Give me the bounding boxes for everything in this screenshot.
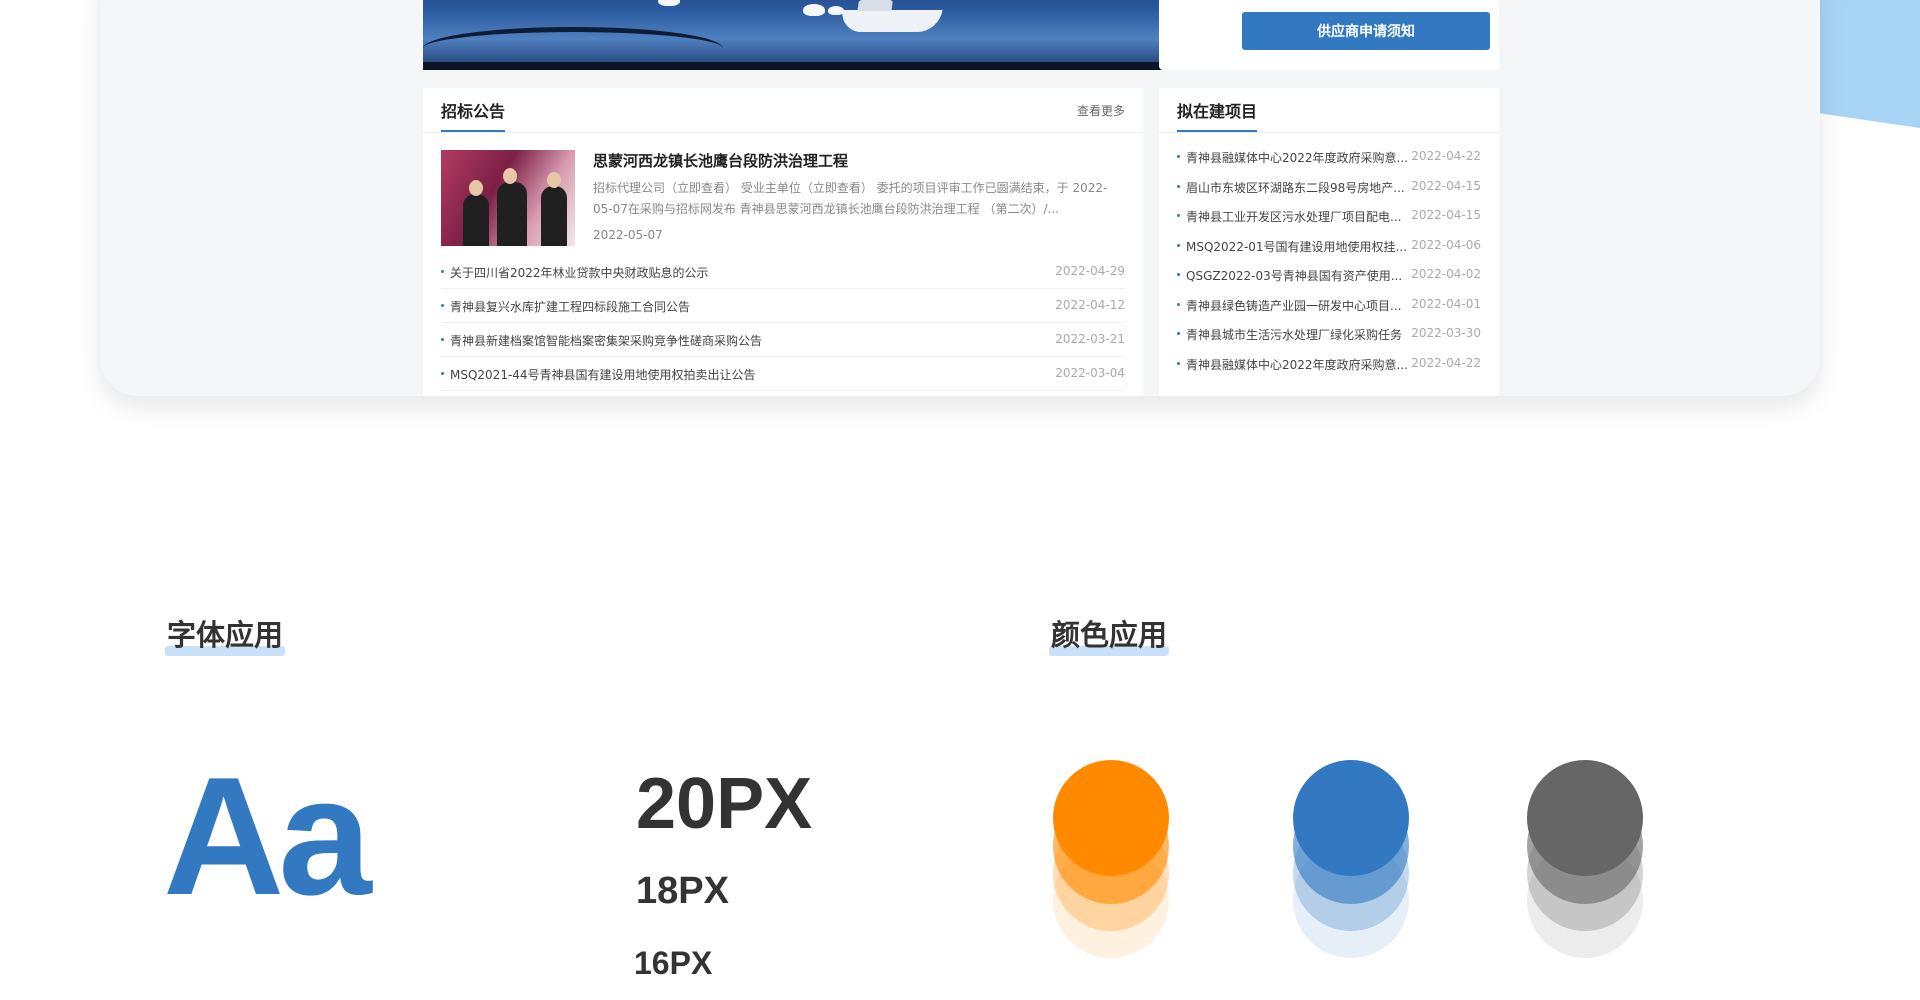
- list-item[interactable]: 青神县工业开发区污水处理厂项目配电... 2022-04-15: [1177, 203, 1481, 233]
- list-item-title[interactable]: 青神县融媒体中心2022年度政府采购意...: [1186, 149, 1412, 166]
- person-shape: [497, 168, 527, 246]
- bullet-dot-icon: [441, 270, 444, 273]
- swatch-dot: [1293, 760, 1409, 876]
- boat-shape: [839, 10, 943, 32]
- featured-news[interactable]: 思蒙河西龙镇长池鹰台段防洪治理工程 招标代理公司（立即查看） 受业主单位（立即查…: [441, 150, 1125, 246]
- font-sample-aa: Aa: [163, 742, 372, 930]
- planned-projects-panel: 拟在建项目 青神县融媒体中心2022年度政府采购意... 2022-04-22 …: [1159, 88, 1499, 396]
- list-item-date: 2022-04-15: [1411, 208, 1481, 222]
- list-item-date: 2022-04-12: [1055, 298, 1125, 312]
- list-item[interactable]: 青神县新建档案馆智能档案密集架采购竞争性磋商采购公告 2022-03-21: [441, 323, 1125, 357]
- list-item[interactable]: MSQ2022-01号国有建设用地使用权挂... 2022-04-06: [1177, 233, 1481, 263]
- font-size-18px: 18PX: [636, 870, 729, 912]
- color-usage-title-text: 颜色应用: [1051, 618, 1168, 652]
- featured-news-title[interactable]: 思蒙河西龙镇长池鹰台段防洪治理工程: [593, 150, 848, 171]
- decorative-blue-shape: [1815, 0, 1920, 128]
- list-item-title[interactable]: QSGZ2022-03号青神县国有资产使用...: [1186, 267, 1412, 284]
- swatch-dot: [1527, 760, 1643, 876]
- website-preview-card: 供应商申请须知 招标公告 查看更多 思蒙河西龙镇长池鹰台段防洪治理工程 招标代理…: [100, 0, 1820, 396]
- bullet-dot-icon: [1177, 214, 1180, 217]
- list-item[interactable]: 青神县融媒体中心2022年度政府采购意... 2022-04-22: [1177, 144, 1481, 174]
- list-item-date: 2022-04-22: [1411, 355, 1481, 370]
- list-item-title[interactable]: 青神县融媒体中心2022年度政府采购意...: [1186, 356, 1412, 373]
- list-item-date: 2022-04-01: [1411, 296, 1481, 311]
- tender-news-list: 关于四川省2022年林业贷款中央财政贴息的公示 2022-04-29 青神县复兴…: [441, 255, 1125, 391]
- list-item[interactable]: 青神县绿色铸造产业园一研发中心项目... 2022-04-01: [1177, 292, 1481, 322]
- list-item[interactable]: 青神县城市生活污水处理厂绿化采购任务 2022-03-30: [1177, 321, 1481, 351]
- list-item-date: 2022-04-02: [1411, 267, 1481, 281]
- gray-color-swatch: [1527, 760, 1643, 960]
- list-item-date: 2022-04-22: [1411, 149, 1481, 163]
- bullet-dot-icon: [1177, 155, 1180, 158]
- bullet-dot-icon: [441, 338, 444, 341]
- bullet-dot-icon: [1177, 243, 1180, 247]
- list-item-title[interactable]: 青神县新建档案馆智能档案密集架采购竞争性磋商采购公告: [450, 332, 762, 349]
- bullet-dot-icon: [1177, 184, 1180, 188]
- list-item-date: 2022-03-30: [1411, 326, 1481, 340]
- bullet-dot-icon: [1177, 361, 1180, 365]
- list-item-title[interactable]: 青神县绿色铸造产业园一研发中心项目...: [1186, 297, 1412, 314]
- supplier-notice-button[interactable]: 供应商申请须知: [1242, 12, 1490, 50]
- list-item[interactable]: 青神县融媒体中心2022年度政府采购意... 2022-04-22: [1177, 351, 1481, 381]
- list-item-date: 2022-03-21: [1055, 332, 1125, 346]
- bullet-dot-icon: [1177, 332, 1180, 335]
- bullet-dot-icon: [1177, 302, 1180, 306]
- swan-shape: [658, 0, 680, 6]
- list-item[interactable]: QSGZ2022-03号青神县国有资产使用... 2022-04-02: [1177, 262, 1481, 292]
- list-item-date: 2022-04-29: [1055, 264, 1125, 278]
- panel-title[interactable]: 招标公告: [441, 98, 506, 132]
- font-usage-title-text: 字体应用: [167, 618, 284, 652]
- panel-title[interactable]: 拟在建项目: [1177, 98, 1258, 132]
- list-item-title[interactable]: 青神县城市生活污水处理厂绿化采购任务: [1186, 326, 1412, 343]
- swatch-dot: [1053, 760, 1169, 876]
- list-item-title[interactable]: 关于四川省2022年林业贷款中央财政贴息的公示: [450, 264, 709, 281]
- view-more-link[interactable]: 查看更多: [1077, 102, 1125, 119]
- person-shape: [463, 180, 489, 246]
- lake-banner-image: [423, 0, 1213, 70]
- list-item-date: 2022-04-06: [1411, 237, 1481, 252]
- font-size-16px: 16PX: [634, 945, 713, 981]
- panel-header: 招标公告 查看更多: [423, 88, 1143, 133]
- list-item-title[interactable]: MSQ2022-01号国有建设用地使用权挂...: [1186, 238, 1412, 255]
- list-item-title[interactable]: 青神县工业开发区污水处理厂项目配电...: [1186, 208, 1412, 225]
- list-item[interactable]: 青神县复兴水库扩建工程四标段施工合同公告 2022-04-12: [441, 289, 1125, 323]
- font-usage-title: 字体应用: [165, 612, 286, 656]
- list-item[interactable]: 关于四川省2022年林业贷款中央财政贴息的公示 2022-04-29: [441, 255, 1125, 289]
- list-item[interactable]: MSQ2021-44号青神县国有建设用地使用权拍卖出让公告 2022-03-04: [441, 357, 1125, 391]
- bullet-dot-icon: [441, 304, 444, 307]
- list-item-title[interactable]: MSQ2021-44号青神县国有建设用地使用权拍卖出让公告: [450, 366, 756, 383]
- featured-news-description: 招标代理公司（立即查看） 受业主单位（立即查看） 委托的项目评审工作已圆满结束，…: [593, 181, 1108, 216]
- list-item-title[interactable]: 眉山市东坡区环湖路东二段98号房地产...: [1186, 179, 1412, 196]
- swan-shape: [803, 4, 825, 16]
- featured-news-thumbnail[interactable]: [441, 150, 575, 246]
- person-shape: [541, 172, 567, 246]
- project-list: 青神县融媒体中心2022年度政府采购意... 2022-04-22 眉山市东坡区…: [1177, 144, 1481, 380]
- orange-color-swatch: [1053, 760, 1169, 960]
- font-size-20px: 20PX: [636, 764, 813, 844]
- list-item[interactable]: 眉山市东坡区环湖路东二段98号房地产... 2022-04-15: [1177, 174, 1481, 204]
- list-item-date: 2022-04-15: [1411, 178, 1481, 193]
- list-item-title[interactable]: 青神县复兴水库扩建工程四标段施工合同公告: [450, 298, 690, 315]
- bullet-dot-icon: [441, 372, 444, 375]
- list-item-date: 2022-03-04: [1055, 366, 1125, 380]
- blue-color-swatch: [1293, 760, 1409, 960]
- bullet-dot-icon: [1177, 273, 1180, 276]
- panel-header: 拟在建项目: [1159, 88, 1499, 133]
- tender-announcements-panel: 招标公告 查看更多 思蒙河西龙镇长池鹰台段防洪治理工程 招标代理公司（立即查看）…: [423, 88, 1143, 396]
- notice-panel: 供应商申请须知: [1159, 0, 1499, 70]
- featured-news-date: 2022-05-07: [593, 228, 663, 242]
- color-usage-title: 颜色应用: [1049, 612, 1170, 656]
- banner-edge: [423, 62, 1213, 70]
